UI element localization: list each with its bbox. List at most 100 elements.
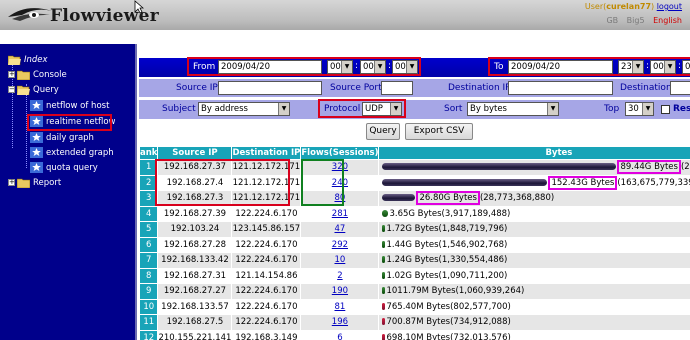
flows-cell: 190 [300, 283, 380, 300]
flows-link[interactable]: 47 [334, 224, 345, 234]
subject-value: By address [201, 104, 248, 114]
reset-checkbox[interactable] [661, 105, 670, 114]
lang-english-link[interactable]: English [653, 16, 682, 25]
flows-link[interactable]: 81 [334, 302, 345, 312]
bytes-full-value: (1,848,719,796) [438, 224, 508, 235]
star-page-icon [30, 132, 43, 143]
destination-ip-cell: 122.224.6.170 [231, 283, 302, 300]
star-page-icon [30, 147, 43, 158]
bytes-header[interactable]: Bytes [378, 146, 690, 160]
star-page-icon [30, 100, 43, 111]
flows-link[interactable]: 6 [337, 333, 342, 340]
reset-label: Rese [673, 104, 690, 114]
bytes-full-value: (1,090,711,200) [438, 270, 508, 281]
flows-cell: 2 [300, 267, 380, 284]
bytes-cell: 1.02G Bytes(1,090,711,200) [378, 267, 690, 284]
star-page-icon [30, 162, 43, 173]
bytes-full-value: (802,577,700) [450, 301, 511, 312]
source-ip-cell: 192.103.24 [157, 221, 233, 238]
user-prefix: User( [584, 2, 607, 11]
bytes-cell: 698.10M Bytes(732,013,576) [378, 329, 690, 340]
flows-cell: 10 [300, 252, 380, 269]
destination-ip-label: Destination IP [448, 83, 511, 93]
tree-label-query: Query [33, 85, 59, 95]
source-ip-cell: 192.168.133.57 [157, 298, 233, 315]
expand-plus-icon[interactable]: + [8, 71, 15, 78]
source-ip-cell: 192.168.27.39 [157, 205, 233, 222]
bytes-short-value: 765.40M Bytes [386, 301, 451, 312]
source-ip-input[interactable] [218, 81, 322, 95]
table-row: 4 192.168.27.39 122.224.6.170 281 3.65G Byte… [138, 205, 690, 222]
query-button[interactable]: Query [366, 123, 400, 140]
table-row: 9 192.168.27.27 122.224.6.170 190 1011.79M B… [138, 283, 690, 300]
source-port-input[interactable] [381, 81, 413, 95]
source-ip-cell: 192.168.27.27 [157, 283, 233, 300]
lang-gb-link[interactable]: GB [606, 16, 618, 25]
sort-select[interactable]: By bytes ▼ [467, 102, 559, 116]
bytes-full-value: (28,773,368,880) [479, 193, 555, 204]
tree-item-netflow-of-host[interactable]: netflow of host [30, 100, 109, 113]
flows-cell: 81 [300, 298, 380, 315]
highlight-box-protocol [318, 99, 406, 118]
flows-cell: 6 [300, 329, 380, 340]
flows-link[interactable]: 190 [332, 286, 348, 296]
bytes-full-value: (203,411,186 [680, 162, 690, 173]
table-row: 7 192.168.133.42 122.224.6.170 10 1.24G Byte… [138, 252, 690, 269]
subject-select[interactable]: By address ▼ [198, 102, 290, 116]
folder-open-icon [8, 55, 21, 65]
tree-label-console: Console [33, 70, 67, 80]
bytes-short-value: 698.10M Bytes [386, 332, 451, 340]
destination-ip-input[interactable] [508, 81, 613, 95]
source-ip-header[interactable]: Source IP [157, 146, 233, 160]
tree-item-console[interactable]: + Console [8, 69, 67, 82]
bytes-full-value: (1,330,554,486) [438, 255, 508, 266]
bytes-cell: 1.24G Bytes(1,330,554,486) [378, 252, 690, 269]
flows-link[interactable]: 10 [334, 255, 345, 265]
sort-label: Sort [444, 104, 463, 114]
flows-link[interactable]: 2 [337, 271, 342, 281]
tree-item-index[interactable]: Index [8, 54, 48, 67]
bytes-short-value: 1.24G Bytes [386, 255, 439, 266]
export-csv-button[interactable]: Export CSV [405, 123, 473, 140]
rank-cell: 4 [138, 205, 159, 222]
rank-cell: 7 [138, 252, 159, 269]
bytes-cell: 700.87M Bytes(734,912,088) [378, 314, 690, 331]
bytes-bar [382, 178, 548, 186]
flows-header[interactable]: Flows(Sessions) [300, 146, 380, 160]
destination-ip-cell: 192.168.3.149 [231, 329, 302, 340]
flows-link[interactable]: 281 [332, 209, 348, 219]
logout-link[interactable]: logout [657, 2, 682, 11]
flows-cell: 281 [300, 205, 380, 222]
top-select[interactable]: 30 ▼ [625, 102, 654, 116]
bytes-bar [382, 163, 617, 171]
dropdown-arrow-icon: ▼ [547, 103, 558, 115]
rank-header[interactable]: ank [138, 146, 159, 160]
destination-ip-header[interactable]: Destination IP [231, 146, 302, 160]
highlight-box-top-rows [155, 159, 290, 206]
bytes-short-value: 152.43G Bytes [548, 175, 618, 190]
bytes-full-value: (734,912,088) [450, 317, 511, 328]
folder-icon [17, 178, 30, 188]
table-header-row: ank Source IP Destination IP Flows(Sessi… [138, 146, 690, 160]
bytes-cell: 765.40M Bytes(802,577,700) [378, 298, 690, 315]
tree-item-daily-graph[interactable]: daily graph [30, 132, 94, 145]
tree-item-report[interactable]: + Report [8, 177, 61, 190]
tree-item-extended-graph[interactable]: extended graph [30, 147, 114, 160]
flows-link[interactable]: 292 [332, 240, 348, 250]
tree-label-index: Index [24, 55, 48, 65]
destination-ip-cell: 122.224.6.170 [231, 298, 302, 315]
lang-big5-link[interactable]: Big5 [627, 16, 645, 25]
collapse-minus-icon[interactable]: − [8, 86, 15, 93]
flows-link[interactable]: 196 [332, 317, 348, 327]
tree-item-query[interactable]: − Query [8, 84, 59, 97]
expand-plus-icon[interactable]: + [8, 179, 15, 186]
bytes-cell: 89.44G Bytes(203,411,186 [378, 159, 690, 176]
destination-ip-cell: 122.224.6.170 [231, 314, 302, 331]
bytes-short-value: 1011.79M Bytes [386, 286, 456, 297]
tree-item-quota-query[interactable]: quota query [30, 162, 98, 175]
destination-port-input[interactable] [670, 81, 690, 95]
table-row: 12 210.155.221.141 192.168.3.149 6 698.10M B… [138, 329, 690, 340]
bytes-cell: 1.44G Bytes(1,546,902,768) [378, 236, 690, 253]
table-row: 8 192.168.27.31 121.14.154.86 2 1.02G Bytes(… [138, 267, 690, 284]
table-row: 5 192.103.24 123.145.86.157 47 1.72G Bytes(1… [138, 221, 690, 238]
